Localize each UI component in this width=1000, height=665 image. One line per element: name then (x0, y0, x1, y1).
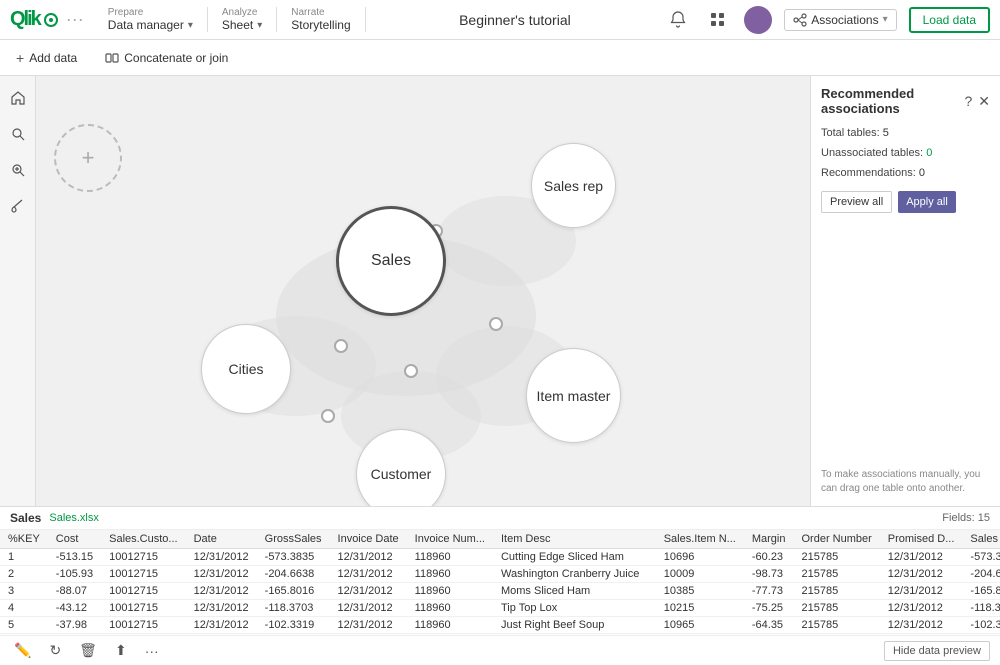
close-icon[interactable]: ✕ (978, 93, 990, 110)
table-row[interactable]: 2-105.931001271512/31/2012-204.663812/31… (0, 566, 1000, 583)
add-data-button[interactable]: + Add data (10, 46, 83, 70)
total-tables-stat: Total tables: 5 (821, 124, 990, 144)
panel-buttons: Preview all Apply all (821, 191, 990, 213)
add-data-circle[interactable]: + (54, 124, 122, 192)
header-menu-dots[interactable]: ··· (66, 9, 84, 30)
recommendations-stat: Recommendations: 0 (821, 164, 990, 184)
paint-icon[interactable] (4, 192, 32, 220)
bubble-cities[interactable]: Cities (201, 324, 291, 414)
home-icon[interactable] (4, 84, 32, 112)
data-bottom-toolbar: ✏️ ↻ 🗑 ⬆ ··· Hide data preview (0, 635, 1000, 665)
prepare-section: Prepare Data manager ▾ (94, 7, 208, 32)
upload-icon[interactable]: ⬆ (111, 640, 131, 661)
narrate-value[interactable]: Storytelling (291, 18, 350, 32)
refresh-icon[interactable]: ↻ (45, 640, 65, 661)
hide-preview-button[interactable]: Hide data preview (884, 641, 990, 661)
app-title: Beginner's tutorial (366, 12, 665, 28)
narrate-label: Narrate (291, 7, 324, 18)
canvas-wrapper: + S (0, 76, 810, 506)
bubble-customer[interactable]: Customer (356, 429, 446, 506)
right-panel: Recommended associations ? ✕ Total table… (810, 76, 1000, 506)
qlik-logo: Qlik (10, 8, 58, 31)
column-header[interactable]: Item Desc (493, 530, 656, 549)
narrate-section: Narrate Storytelling (277, 7, 365, 32)
concatenate-join-button[interactable]: Concatenate or join (99, 47, 234, 69)
help-icon[interactable]: ? (964, 93, 972, 110)
prepare-value[interactable]: Data manager ▾ (108, 18, 193, 32)
load-data-button[interactable]: Load data (909, 7, 990, 33)
header: Qlik ··· Prepare Data manager ▾ Analyze … (0, 0, 1000, 40)
column-header[interactable]: Invoice Date (330, 530, 407, 549)
panel-title: Recommended associations (821, 86, 964, 116)
apply-all-button[interactable]: Apply all (898, 191, 956, 213)
bubble-salesrep[interactable]: Sales rep (531, 143, 616, 228)
main-area: + S (0, 76, 1000, 506)
preview-fields-count: Fields: 15 (942, 512, 990, 524)
preview-all-button[interactable]: Preview all (821, 191, 892, 213)
apps-icon[interactable] (704, 6, 732, 34)
prepare-label: Prepare (108, 7, 144, 18)
notification-icon[interactable] (664, 6, 692, 34)
bubble-itemmaster[interactable]: Item master (526, 348, 621, 443)
column-header[interactable]: Cost (48, 530, 101, 549)
more-icon[interactable]: ··· (141, 641, 163, 661)
column-header[interactable]: Sales.Item N... (656, 530, 744, 549)
qlik-wordmark: Qlik (10, 8, 40, 31)
column-header[interactable]: %KEY (0, 530, 48, 549)
column-header[interactable]: Promised D... (880, 530, 963, 549)
add-icon: + (82, 145, 95, 171)
data-preview-header: Sales Sales.xlsx Fields: 15 (0, 507, 1000, 530)
canvas-area[interactable]: + S (36, 76, 810, 506)
toolbar: + Add data Concatenate or join (0, 40, 1000, 76)
right-panel-header: Recommended associations ? ✕ (821, 86, 990, 116)
column-header[interactable]: Date (186, 530, 257, 549)
column-header[interactable]: Sales (962, 530, 1000, 549)
edit-icon[interactable]: ✏️ (10, 640, 35, 661)
user-avatar[interactable] (744, 6, 772, 34)
panel-stats: Total tables: 5 Unassociated tables: 0 R… (821, 124, 990, 183)
column-header[interactable]: Invoice Num... (407, 530, 493, 549)
data-table: %KEYCostSales.Custo...DateGrossSalesInvo… (0, 530, 1000, 635)
analyze-label: Analyze (222, 7, 258, 18)
unassociated-stat: Unassociated tables: 0 (821, 144, 990, 164)
preview-file-name[interactable]: Sales.xlsx (49, 512, 99, 524)
table-row[interactable]: 5-37.981001271512/31/2012-102.331912/31/… (0, 617, 1000, 634)
analyze-value[interactable]: Sheet ▾ (222, 18, 262, 32)
column-header[interactable]: Order Number (793, 530, 879, 549)
bubble-sales[interactable]: Sales (336, 206, 446, 316)
column-header[interactable]: Sales.Custo... (101, 530, 185, 549)
zoom-icon[interactable] (4, 156, 32, 184)
plus-icon: + (16, 50, 24, 66)
left-sidebar (0, 76, 36, 506)
associations-button[interactable]: Associations ▾ (784, 9, 896, 31)
panel-header-icons: ? ✕ (964, 93, 990, 110)
delete-icon[interactable]: 🗑 (75, 640, 101, 661)
qlik-icon (44, 13, 58, 27)
concat-icon (105, 51, 119, 65)
column-header[interactable]: GrossSales (257, 530, 330, 549)
table-row[interactable]: 4-43.121001271512/31/2012-118.370312/31/… (0, 600, 1000, 617)
associations-icon (793, 13, 807, 27)
column-header[interactable]: Margin (744, 530, 794, 549)
header-right: Associations ▾ Load data (664, 6, 990, 34)
analyze-section: Analyze Sheet ▾ (208, 7, 277, 32)
preview-table-name: Sales (10, 511, 41, 525)
panel-note: To make associations manually, you can d… (821, 460, 990, 496)
table-row[interactable]: 1-513.151001271512/31/2012-573.383512/31… (0, 549, 1000, 566)
search-icon[interactable] (4, 120, 32, 148)
table-row[interactable]: 3-88.071001271512/31/2012-165.801612/31/… (0, 583, 1000, 600)
data-preview: Sales Sales.xlsx Fields: 15 %KEYCostSale… (0, 506, 1000, 665)
